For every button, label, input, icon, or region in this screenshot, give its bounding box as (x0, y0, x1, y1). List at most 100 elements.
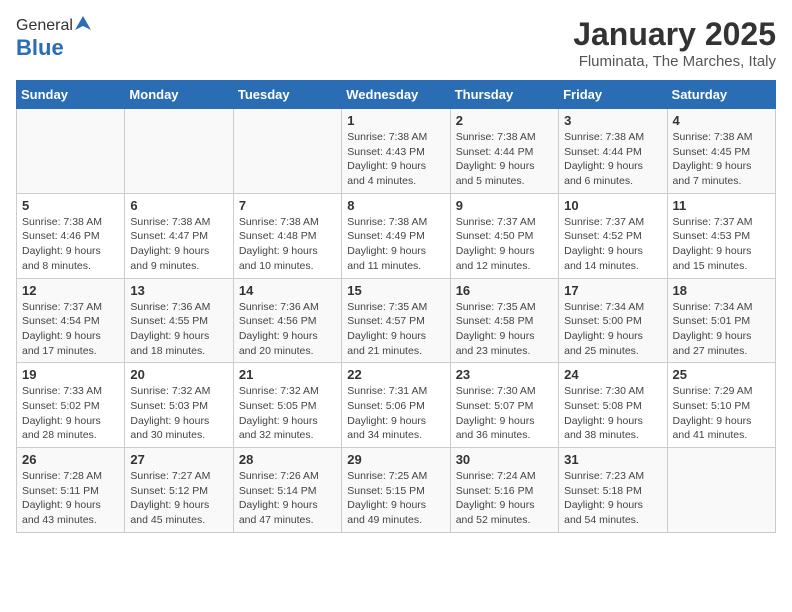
day-number: 9 (456, 198, 553, 213)
day-number: 3 (564, 113, 661, 128)
title-block: January 2025 Fluminata, The Marches, Ita… (573, 16, 776, 70)
day-number: 2 (456, 113, 553, 128)
page-header: General Blue January 2025 Fluminata, The… (16, 16, 776, 70)
calendar-cell: 12Sunrise: 7:37 AMSunset: 4:54 PMDayligh… (17, 278, 125, 363)
day-info: Sunrise: 7:35 AMSunset: 4:57 PMDaylight:… (347, 300, 444, 359)
day-number: 8 (347, 198, 444, 213)
calendar-cell (667, 448, 775, 533)
day-number: 26 (22, 452, 119, 467)
logo: General Blue (16, 16, 91, 61)
day-number: 24 (564, 367, 661, 382)
calendar-cell: 9Sunrise: 7:37 AMSunset: 4:50 PMDaylight… (450, 193, 558, 278)
day-info: Sunrise: 7:37 AMSunset: 4:52 PMDaylight:… (564, 215, 661, 274)
day-header-tuesday: Tuesday (233, 81, 341, 109)
calendar-cell: 15Sunrise: 7:35 AMSunset: 4:57 PMDayligh… (342, 278, 450, 363)
day-number: 4 (673, 113, 770, 128)
day-number: 28 (239, 452, 336, 467)
day-info: Sunrise: 7:38 AMSunset: 4:47 PMDaylight:… (130, 215, 227, 274)
calendar-cell: 21Sunrise: 7:32 AMSunset: 5:05 PMDayligh… (233, 363, 341, 448)
calendar-cell: 1 Sunrise: 7:38 AMSunset: 4:43 PMDaylight… (342, 109, 450, 194)
calendar-cell: 24Sunrise: 7:30 AMSunset: 5:08 PMDayligh… (559, 363, 667, 448)
calendar-cell: 20 Sunrise: 7:32 AMSunset: 5:03 PMDayligh… (125, 363, 233, 448)
week-row-3: 12Sunrise: 7:37 AMSunset: 4:54 PMDayligh… (17, 278, 776, 363)
day-info: Sunrise: 7:36 AMSunset: 4:56 PMDaylight:… (239, 300, 336, 359)
day-header-sunday: Sunday (17, 81, 125, 109)
day-info: Sunrise: 7:38 AMSunset: 4:43 PMDaylight:… (347, 130, 444, 189)
calendar-cell: 13 Sunrise: 7:36 AMSunset: 4:55 PMDayligh… (125, 278, 233, 363)
day-number: 16 (456, 283, 553, 298)
calendar-cell (125, 109, 233, 194)
day-info: Sunrise: 7:30 AMSunset: 5:07 PMDaylight:… (456, 384, 553, 443)
day-number: 22 (347, 367, 444, 382)
calendar-cell: 6 Sunrise: 7:38 AMSunset: 4:47 PMDaylight… (125, 193, 233, 278)
calendar-cell: 2 Sunrise: 7:38 AMSunset: 4:44 PMDaylight… (450, 109, 558, 194)
calendar-cell: 5Sunrise: 7:38 AMSunset: 4:46 PMDaylight… (17, 193, 125, 278)
day-info: Sunrise: 7:38 AMSunset: 4:44 PMDaylight:… (564, 130, 661, 189)
day-info: Sunrise: 7:37 AMSunset: 4:53 PMDaylight:… (673, 215, 770, 274)
day-number: 12 (22, 283, 119, 298)
day-number: 14 (239, 283, 336, 298)
day-info: Sunrise: 7:33 AMSunset: 5:02 PMDaylight:… (22, 384, 119, 443)
logo-bird-icon (75, 16, 91, 30)
calendar-cell: 3 Sunrise: 7:38 AMSunset: 4:44 PMDaylight… (559, 109, 667, 194)
calendar-cell: 29Sunrise: 7:25 AMSunset: 5:15 PMDayligh… (342, 448, 450, 533)
day-number: 5 (22, 198, 119, 213)
week-row-4: 19 Sunrise: 7:33 AMSunset: 5:02 PMDayligh… (17, 363, 776, 448)
day-number: 20 (130, 367, 227, 382)
calendar-cell: 22 Sunrise: 7:31 AMSunset: 5:06 PMDayligh… (342, 363, 450, 448)
calendar-cell (233, 109, 341, 194)
week-row-5: 26Sunrise: 7:28 AMSunset: 5:11 PMDayligh… (17, 448, 776, 533)
day-header-wednesday: Wednesday (342, 81, 450, 109)
day-info: Sunrise: 7:29 AMSunset: 5:10 PMDaylight:… (673, 384, 770, 443)
day-number: 10 (564, 198, 661, 213)
day-info: Sunrise: 7:26 AMSunset: 5:14 PMDaylight:… (239, 469, 336, 528)
day-info: Sunrise: 7:27 AMSunset: 5:12 PMDaylight:… (130, 469, 227, 528)
day-number: 13 (130, 283, 227, 298)
day-number: 11 (673, 198, 770, 213)
days-header-row: SundayMondayTuesdayWednesdayThursdayFrid… (17, 81, 776, 109)
day-header-thursday: Thursday (450, 81, 558, 109)
calendar-cell: 7Sunrise: 7:38 AMSunset: 4:48 PMDaylight… (233, 193, 341, 278)
day-number: 23 (456, 367, 553, 382)
day-header-saturday: Saturday (667, 81, 775, 109)
calendar-cell: 28 Sunrise: 7:26 AMSunset: 5:14 PMDayligh… (233, 448, 341, 533)
logo-general-text: General (16, 17, 73, 35)
calendar-title: January 2025 (573, 16, 776, 53)
day-info: Sunrise: 7:24 AMSunset: 5:16 PMDaylight:… (456, 469, 553, 528)
day-info: Sunrise: 7:31 AMSunset: 5:06 PMDaylight:… (347, 384, 444, 443)
day-info: Sunrise: 7:38 AMSunset: 4:48 PMDaylight:… (239, 215, 336, 274)
calendar-cell: 16 Sunrise: 7:35 AMSunset: 4:58 PMDayligh… (450, 278, 558, 363)
day-header-friday: Friday (559, 81, 667, 109)
calendar-cell: 4 Sunrise: 7:38 AMSunset: 4:45 PMDaylight… (667, 109, 775, 194)
day-info: Sunrise: 7:35 AMSunset: 4:58 PMDaylight:… (456, 300, 553, 359)
calendar-subtitle: Fluminata, The Marches, Italy (573, 53, 776, 70)
calendar-cell: 26Sunrise: 7:28 AMSunset: 5:11 PMDayligh… (17, 448, 125, 533)
week-row-1: 1 Sunrise: 7:38 AMSunset: 4:43 PMDaylight… (17, 109, 776, 194)
calendar-cell: 10 Sunrise: 7:37 AMSunset: 4:52 PMDayligh… (559, 193, 667, 278)
calendar-cell: 31 Sunrise: 7:23 AMSunset: 5:18 PMDayligh… (559, 448, 667, 533)
calendar-cell: 14 Sunrise: 7:36 AMSunset: 4:56 PMDayligh… (233, 278, 341, 363)
day-header-monday: Monday (125, 81, 233, 109)
day-info: Sunrise: 7:32 AMSunset: 5:05 PMDaylight:… (239, 384, 336, 443)
day-number: 31 (564, 452, 661, 467)
day-number: 25 (673, 367, 770, 382)
day-info: Sunrise: 7:38 AMSunset: 4:44 PMDaylight:… (456, 130, 553, 189)
calendar-cell: 17Sunrise: 7:34 AMSunset: 5:00 PMDayligh… (559, 278, 667, 363)
calendar-cell: 18Sunrise: 7:34 AMSunset: 5:01 PMDayligh… (667, 278, 775, 363)
day-info: Sunrise: 7:32 AMSunset: 5:03 PMDaylight:… (130, 384, 227, 443)
day-info: Sunrise: 7:25 AMSunset: 5:15 PMDaylight:… (347, 469, 444, 528)
calendar-cell (17, 109, 125, 194)
day-number: 1 (347, 113, 444, 128)
calendar-cell: 30Sunrise: 7:24 AMSunset: 5:16 PMDayligh… (450, 448, 558, 533)
day-info: Sunrise: 7:38 AMSunset: 4:45 PMDaylight:… (673, 130, 770, 189)
day-number: 19 (22, 367, 119, 382)
day-number: 6 (130, 198, 227, 213)
day-info: Sunrise: 7:34 AMSunset: 5:01 PMDaylight:… (673, 300, 770, 359)
calendar-cell: 11 Sunrise: 7:37 AMSunset: 4:53 PMDayligh… (667, 193, 775, 278)
day-number: 27 (130, 452, 227, 467)
day-info: Sunrise: 7:23 AMSunset: 5:18 PMDaylight:… (564, 469, 661, 528)
week-row-2: 5Sunrise: 7:38 AMSunset: 4:46 PMDaylight… (17, 193, 776, 278)
day-info: Sunrise: 7:36 AMSunset: 4:55 PMDaylight:… (130, 300, 227, 359)
day-info: Sunrise: 7:34 AMSunset: 5:00 PMDaylight:… (564, 300, 661, 359)
calendar-cell: 8Sunrise: 7:38 AMSunset: 4:49 PMDaylight… (342, 193, 450, 278)
